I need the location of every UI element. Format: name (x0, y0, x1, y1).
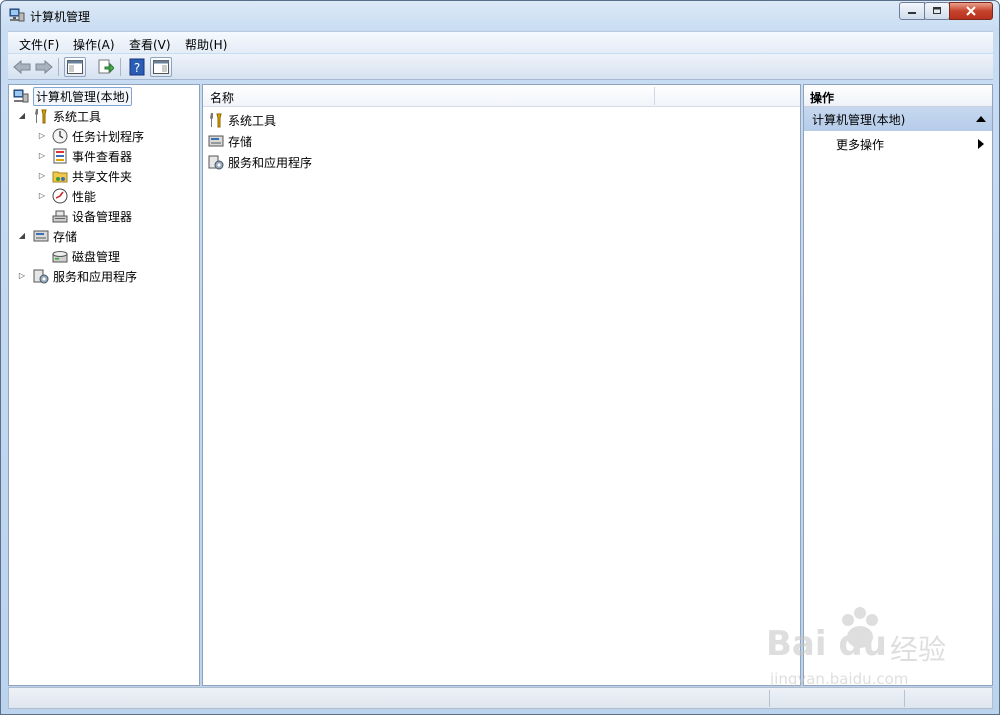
expand-arrow-icon[interactable]: ▷ (17, 271, 27, 280)
actions-section-header[interactable]: 计算机管理(本地) (804, 107, 992, 131)
event-viewer-icon (53, 148, 67, 164)
storage-icon (208, 135, 224, 147)
minimize-button[interactable] (899, 2, 925, 20)
tree-item-performance[interactable]: 性能 (52, 186, 96, 206)
expand-arrow-icon[interactable]: ▷ (37, 131, 47, 140)
tree-label: 磁盘管理 (72, 249, 121, 264)
device-manager-icon (52, 210, 68, 223)
computer-management-icon (9, 8, 25, 22)
back-button[interactable] (11, 57, 33, 77)
toolbar: ? (8, 54, 993, 80)
services-icon (208, 155, 224, 170)
paw-logo-icon (842, 607, 878, 648)
console-tree: 计算机管理(本地) ◢ 系统工具 ▷ 任务计划程序 ▷ 事件查看器 ▷ 共享文件… (8, 84, 200, 686)
clock-icon (52, 128, 68, 144)
minimize-icon (908, 12, 916, 14)
tree-item-task-scheduler[interactable]: 任务计划程序 (52, 126, 144, 146)
tree-label: 共享文件夹 (72, 169, 133, 184)
close-button[interactable] (949, 2, 993, 20)
forward-button[interactable] (33, 57, 55, 77)
menu-bar: 文件(F) 操作(A) 查看(V) 帮助(H) (8, 31, 993, 53)
show-hide-action-pane-button[interactable] (150, 57, 172, 77)
more-actions-item[interactable]: 更多操作 (836, 136, 884, 153)
shared-folder-icon (52, 171, 68, 183)
tree-label: 性能 (72, 189, 97, 204)
app-window: 计算机管理 文件(F) 操作(A) 查看(V) 帮助(H) ? 计算机管理(本地… (0, 0, 1000, 715)
submenu-arrow-icon (978, 139, 984, 149)
svg-text:?: ? (134, 61, 140, 75)
storage-icon (33, 230, 49, 242)
list-item[interactable]: 服务和应用程序 (208, 152, 312, 172)
tree-label: 事件查看器 (72, 149, 133, 164)
tree-item-device-manager[interactable]: 设备管理器 (52, 206, 132, 226)
tree-item-services-apps[interactable]: 服务和应用程序 (33, 266, 137, 286)
tree-label: 任务计划程序 (72, 129, 145, 144)
column-header-row: 名称 (203, 85, 800, 107)
export-list-button[interactable] (95, 57, 117, 77)
menu-help[interactable]: 帮助(H) (185, 36, 227, 53)
actions-section-label: 计算机管理(本地) (812, 113, 906, 127)
expand-arrow-icon[interactable]: ▷ (37, 171, 47, 180)
services-icon (33, 269, 49, 284)
collapse-arrow-icon[interactable]: ◢ (17, 231, 27, 240)
forward-arrow-icon (35, 60, 53, 74)
toolbar-separator (120, 58, 121, 76)
console-tree-icon (67, 60, 83, 74)
window-controls (899, 2, 993, 20)
tree-label: 计算机管理(本地) (33, 86, 133, 106)
back-arrow-icon (13, 60, 31, 74)
tools-icon (35, 109, 47, 124)
show-hide-tree-button[interactable] (64, 57, 86, 77)
list-item-label: 服务和应用程序 (228, 155, 313, 170)
help-button[interactable]: ? (126, 57, 148, 77)
expand-arrow-icon[interactable]: ▷ (37, 151, 47, 160)
export-icon (98, 59, 114, 74)
performance-icon (52, 188, 68, 204)
actions-pane: 操作 计算机管理(本地) 更多操作 (803, 84, 993, 686)
list-item-label: 存储 (228, 134, 253, 149)
close-icon (966, 6, 976, 16)
menu-file[interactable]: 文件(F) (19, 36, 59, 53)
tree-label: 系统工具 (53, 109, 102, 124)
maximize-button[interactable] (924, 2, 950, 20)
tree-item-event-viewer[interactable]: 事件查看器 (52, 146, 132, 166)
baidu-watermark: Bai du 经验 jingyan.baidu.com (766, 606, 966, 696)
title-bar[interactable]: 计算机管理 (1, 1, 999, 31)
collapse-arrow-icon[interactable]: ◢ (17, 111, 27, 120)
watermark-url: jingyan.baidu.com (770, 670, 909, 688)
expand-arrow-icon[interactable]: ▷ (37, 191, 47, 200)
watermark-brand-cn: 经验 (890, 633, 947, 666)
tree-item-computer-management[interactable]: 计算机管理(本地) (13, 86, 133, 106)
computer-management-icon (13, 89, 29, 103)
window-title: 计算机管理 (30, 10, 91, 24)
tree-item-disk-management[interactable]: 磁盘管理 (52, 246, 120, 266)
toolbar-separator (58, 58, 59, 76)
list-item-label: 系统工具 (228, 113, 277, 128)
help-icon: ? (129, 58, 145, 76)
column-divider[interactable] (654, 87, 655, 105)
collapse-up-icon (976, 116, 986, 122)
action-pane-icon (153, 60, 169, 74)
tree-label: 服务和应用程序 (53, 269, 138, 284)
tree-label: 设备管理器 (72, 209, 133, 224)
menu-view[interactable]: 查看(V) (129, 36, 171, 53)
tools-icon (210, 113, 222, 128)
list-item[interactable]: 存储 (208, 131, 252, 151)
disk-management-icon (52, 251, 68, 263)
tree-item-storage[interactable]: 存储 (33, 226, 77, 246)
column-header-name[interactable]: 名称 (210, 89, 234, 106)
actions-title: 操作 (804, 85, 992, 107)
menu-action[interactable]: 操作(A) (73, 36, 115, 53)
list-item[interactable]: 系统工具 (208, 110, 276, 130)
tree-label: 存储 (53, 229, 78, 244)
maximize-icon (933, 7, 941, 14)
tree-item-system-tools[interactable]: 系统工具 (33, 106, 101, 126)
results-pane: 名称 系统工具 存储 服务和应用程序 (202, 84, 801, 686)
tree-item-shared-folders[interactable]: 共享文件夹 (52, 166, 132, 186)
